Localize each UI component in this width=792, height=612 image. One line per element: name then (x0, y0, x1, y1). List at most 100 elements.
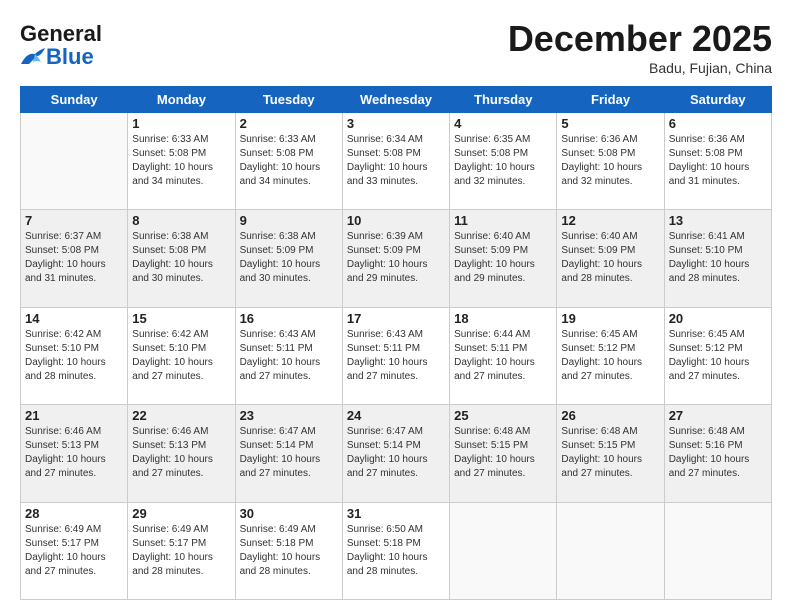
day-number: 29 (132, 506, 230, 521)
calendar-day-cell: 22Sunrise: 6:46 AM Sunset: 5:13 PM Dayli… (128, 405, 235, 502)
day-number: 1 (132, 116, 230, 131)
day-info: Sunrise: 6:33 AM Sunset: 5:08 PM Dayligh… (240, 133, 338, 189)
calendar-day-cell: 16Sunrise: 6:43 AM Sunset: 5:11 PM Dayli… (235, 307, 342, 404)
calendar-day-cell: 10 Sunrise: 6:39 AM Sunset: 5:09 PM Dayli… (342, 210, 449, 307)
calendar-day-cell (557, 502, 664, 599)
day-info: Sunrise: 6:41 AM Sunset: 5:10 PM Dayligh… (669, 230, 767, 286)
day-number: 24 (347, 408, 445, 423)
day-info: Sunrise: 6:38 AM Sunset: 5:08 PM Dayligh… (132, 230, 230, 286)
logo-general-text: General (20, 21, 102, 46)
day-number: 16 (240, 311, 338, 326)
day-info: Sunrise: 6:50 AM Sunset: 5:18 PM Dayligh… (347, 523, 445, 579)
day-number: 22 (132, 408, 230, 423)
calendar-day-cell (450, 502, 557, 599)
calendar-day-cell: 8 Sunrise: 6:38 AM Sunset: 5:08 PM Daylig… (128, 210, 235, 307)
day-number: 7 (25, 213, 123, 228)
day-number: 12 (561, 213, 659, 228)
day-info: Sunrise: 6:49 AM Sunset: 5:18 PM Dayligh… (240, 523, 338, 579)
calendar-day-cell: 28 Sunrise: 6:49 AM Sunset: 5:17 PM Dayli… (21, 502, 128, 599)
day-number: 10 (347, 213, 445, 228)
calendar-day-cell: 24 Sunrise: 6:47 AM Sunset: 5:14 PM Dayli… (342, 405, 449, 502)
day-info: Sunrise: 6:49 AM Sunset: 5:17 PM Dayligh… (25, 523, 123, 579)
day-info: Sunrise: 6:37 AM Sunset: 5:08 PM Dayligh… (25, 230, 123, 286)
day-info: Sunrise: 6:40 AM Sunset: 5:09 PM Dayligh… (454, 230, 552, 286)
day-number: 20 (669, 311, 767, 326)
day-number: 15 (132, 311, 230, 326)
day-number: 23 (240, 408, 338, 423)
calendar-day-cell: 27Sunrise: 6:48 AM Sunset: 5:16 PM Dayli… (664, 405, 771, 502)
day-info: Sunrise: 6:47 AM Sunset: 5:14 PM Dayligh… (240, 425, 338, 481)
day-info: Sunrise: 6:35 AM Sunset: 5:08 PM Dayligh… (454, 133, 552, 189)
calendar-day-cell: 23 Sunrise: 6:47 AM Sunset: 5:14 PM Dayli… (235, 405, 342, 502)
calendar-day-cell: 13 Sunrise: 6:41 AM Sunset: 5:10 PM Dayli… (664, 210, 771, 307)
day-info: Sunrise: 6:45 AM Sunset: 5:12 PM Dayligh… (561, 328, 659, 384)
calendar-day-header: Monday (128, 87, 235, 113)
calendar-day-cell: 29Sunrise: 6:49 AM Sunset: 5:17 PM Dayli… (128, 502, 235, 599)
header: General Blue December 2025 Badu, Fujian,… (20, 18, 772, 76)
day-number: 2 (240, 116, 338, 131)
calendar-day-cell (664, 502, 771, 599)
day-info: Sunrise: 6:38 AM Sunset: 5:09 PM Dayligh… (240, 230, 338, 286)
calendar-week-row: 21Sunrise: 6:46 AM Sunset: 5:13 PM Dayli… (21, 405, 772, 502)
calendar-day-header: Wednesday (342, 87, 449, 113)
calendar-day-cell: 11 Sunrise: 6:40 AM Sunset: 5:09 PM Dayli… (450, 210, 557, 307)
month-title: December 2025 (508, 18, 772, 60)
day-number: 18 (454, 311, 552, 326)
day-number: 25 (454, 408, 552, 423)
calendar-day-cell: 1 Sunrise: 6:33 AM Sunset: 5:08 PM Daylig… (128, 113, 235, 210)
calendar-day-cell: 17Sunrise: 6:43 AM Sunset: 5:11 PM Dayli… (342, 307, 449, 404)
day-number: 30 (240, 506, 338, 521)
calendar-day-cell: 12 Sunrise: 6:40 AM Sunset: 5:09 PM Dayli… (557, 210, 664, 307)
calendar-day-cell: 7 Sunrise: 6:37 AM Sunset: 5:08 PM Daylig… (21, 210, 128, 307)
calendar-day-cell: 15 Sunrise: 6:42 AM Sunset: 5:10 PM Dayli… (128, 307, 235, 404)
day-number: 5 (561, 116, 659, 131)
location: Badu, Fujian, China (508, 60, 772, 76)
day-number: 28 (25, 506, 123, 521)
calendar-day-cell (21, 113, 128, 210)
day-info: Sunrise: 6:33 AM Sunset: 5:08 PM Dayligh… (132, 133, 230, 189)
day-info: Sunrise: 6:36 AM Sunset: 5:08 PM Dayligh… (561, 133, 659, 189)
day-number: 14 (25, 311, 123, 326)
calendar-day-cell: 30 Sunrise: 6:49 AM Sunset: 5:18 PM Dayli… (235, 502, 342, 599)
day-info: Sunrise: 6:45 AM Sunset: 5:12 PM Dayligh… (669, 328, 767, 384)
day-info: Sunrise: 6:42 AM Sunset: 5:10 PM Dayligh… (132, 328, 230, 384)
day-number: 9 (240, 213, 338, 228)
day-info: Sunrise: 6:48 AM Sunset: 5:15 PM Dayligh… (454, 425, 552, 481)
calendar-day-cell: 25 Sunrise: 6:48 AM Sunset: 5:15 PM Dayli… (450, 405, 557, 502)
day-info: Sunrise: 6:48 AM Sunset: 5:15 PM Dayligh… (561, 425, 659, 481)
calendar-day-header: Thursday (450, 87, 557, 113)
calendar-day-cell: 9 Sunrise: 6:38 AM Sunset: 5:09 PM Daylig… (235, 210, 342, 307)
day-number: 11 (454, 213, 552, 228)
day-number: 13 (669, 213, 767, 228)
calendar-week-row: 28 Sunrise: 6:49 AM Sunset: 5:17 PM Dayli… (21, 502, 772, 599)
day-info: Sunrise: 6:39 AM Sunset: 5:09 PM Dayligh… (347, 230, 445, 286)
day-info: Sunrise: 6:47 AM Sunset: 5:14 PM Dayligh… (347, 425, 445, 481)
calendar-table: SundayMondayTuesdayWednesdayThursdayFrid… (20, 86, 772, 600)
calendar-day-cell: 5 Sunrise: 6:36 AM Sunset: 5:08 PM Daylig… (557, 113, 664, 210)
day-number: 8 (132, 213, 230, 228)
day-number: 6 (669, 116, 767, 131)
day-info: Sunrise: 6:46 AM Sunset: 5:13 PM Dayligh… (25, 425, 123, 481)
calendar-day-cell: 19 Sunrise: 6:45 AM Sunset: 5:12 PM Dayli… (557, 307, 664, 404)
calendar-day-cell: 4 Sunrise: 6:35 AM Sunset: 5:08 PM Daylig… (450, 113, 557, 210)
day-info: Sunrise: 6:36 AM Sunset: 5:08 PM Dayligh… (669, 133, 767, 189)
calendar-day-cell: 14 Sunrise: 6:42 AM Sunset: 5:10 PM Dayli… (21, 307, 128, 404)
calendar-day-header: Tuesday (235, 87, 342, 113)
day-number: 3 (347, 116, 445, 131)
calendar-day-cell: 26 Sunrise: 6:48 AM Sunset: 5:15 PM Dayli… (557, 405, 664, 502)
calendar-day-cell: 2 Sunrise: 6:33 AM Sunset: 5:08 PM Daylig… (235, 113, 342, 210)
calendar-week-row: 14 Sunrise: 6:42 AM Sunset: 5:10 PM Dayli… (21, 307, 772, 404)
bird-icon (20, 47, 46, 67)
day-number: 19 (561, 311, 659, 326)
page: General Blue December 2025 Badu, Fujian,… (0, 0, 792, 612)
day-number: 26 (561, 408, 659, 423)
day-info: Sunrise: 6:40 AM Sunset: 5:09 PM Dayligh… (561, 230, 659, 286)
day-number: 4 (454, 116, 552, 131)
logo: General Blue (20, 22, 102, 68)
day-info: Sunrise: 6:43 AM Sunset: 5:11 PM Dayligh… (347, 328, 445, 384)
calendar-day-cell: 3Sunrise: 6:34 AM Sunset: 5:08 PM Daylig… (342, 113, 449, 210)
calendar-day-cell: 18Sunrise: 6:44 AM Sunset: 5:11 PM Dayli… (450, 307, 557, 404)
day-info: Sunrise: 6:42 AM Sunset: 5:10 PM Dayligh… (25, 328, 123, 384)
calendar-week-row: 7 Sunrise: 6:37 AM Sunset: 5:08 PM Daylig… (21, 210, 772, 307)
calendar-day-header: Friday (557, 87, 664, 113)
